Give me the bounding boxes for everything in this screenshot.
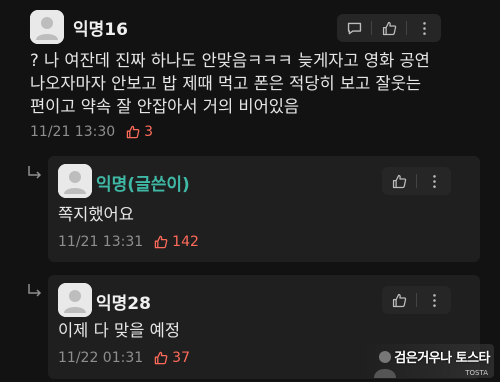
like-button[interactable] [372, 14, 406, 42]
like-count: 142 [153, 234, 199, 250]
reply-button[interactable] [337, 14, 371, 42]
more-vertical-icon [432, 174, 436, 188]
more-button[interactable] [417, 286, 451, 314]
comment-line: 편이고 약속 잘 안잡아서 거의 비어있음 [30, 97, 300, 116]
comment-line: 나오자마자 안보고 밥 제때 먹고 폰은 적당히 보고 잘웃는 [30, 74, 422, 93]
reply-meta: 11/22 01:31 37 [58, 350, 190, 366]
comment: 익명16 ? 나 여잔데 진짜 하나도 안맞음ㅋㅋㅋ 늦게자고 영화 공연 나오… [0, 0, 500, 158]
chat-bubble-icon [347, 22, 361, 34]
more-vertical-icon [432, 293, 436, 307]
more-button[interactable] [417, 167, 451, 195]
reply-actions [382, 286, 451, 314]
reply-card: 익명(글쓴이) 쪽지했어요 11/21 13:31 142 [48, 156, 480, 262]
like-button[interactable] [382, 286, 416, 314]
thumbs-up-icon [392, 293, 406, 307]
thumbs-up-icon [154, 235, 168, 249]
thumbs-up-icon [154, 351, 168, 365]
thumbs-up-icon [392, 174, 406, 188]
reply-body: 이제 다 맞을 예정 [58, 321, 180, 340]
comment-body: ? 나 여잔데 진짜 하나도 안맞음ㅋㅋㅋ 늦게자고 영화 공연 나오자마자 안… [30, 49, 430, 118]
timestamp: 11/21 13:31 [58, 234, 144, 250]
watermark-title: 검은거우나 토스타 [394, 351, 490, 366]
reply-arrow-icon [28, 284, 42, 297]
more-button[interactable] [407, 14, 441, 42]
default-user-icon [58, 283, 92, 317]
reply-username: 익명(글쓴이) [96, 175, 190, 195]
thumbs-up-icon [126, 125, 140, 139]
default-user-icon [58, 164, 92, 198]
timestamp: 11/21 13:30 [30, 124, 116, 140]
default-user-icon [30, 10, 64, 44]
like-count: 37 [153, 350, 190, 366]
avatar [58, 164, 92, 198]
comment-line: ? 나 여잔데 진짜 하나도 안맞음ㅋㅋㅋ 늦게자고 영화 공연 [30, 51, 430, 70]
like-count-value: 3 [144, 124, 154, 140]
watermark-sub: TOSTA [465, 369, 488, 377]
watermark: 검은거우나 토스타 TOSTA [364, 344, 494, 378]
like-count-value: 37 [172, 350, 190, 366]
reply-meta: 11/21 13:31 142 [58, 234, 199, 250]
like-count-value: 142 [172, 234, 199, 250]
reply-arrow-icon [28, 166, 42, 179]
avatar [58, 283, 92, 317]
avatar [30, 10, 64, 44]
comment-meta: 11/21 13:30 3 [30, 124, 153, 140]
like-count: 3 [125, 124, 153, 140]
like-button[interactable] [382, 167, 416, 195]
more-vertical-icon [422, 21, 426, 35]
timestamp: 11/22 01:31 [58, 350, 144, 366]
reply-body: 쪽지했어요 [58, 205, 134, 224]
comment-actions [337, 14, 441, 42]
reply-username: 익명28 [96, 294, 151, 314]
thumbs-up-icon [382, 21, 396, 35]
reply-actions [382, 167, 451, 195]
comment-username: 익명16 [73, 20, 128, 40]
